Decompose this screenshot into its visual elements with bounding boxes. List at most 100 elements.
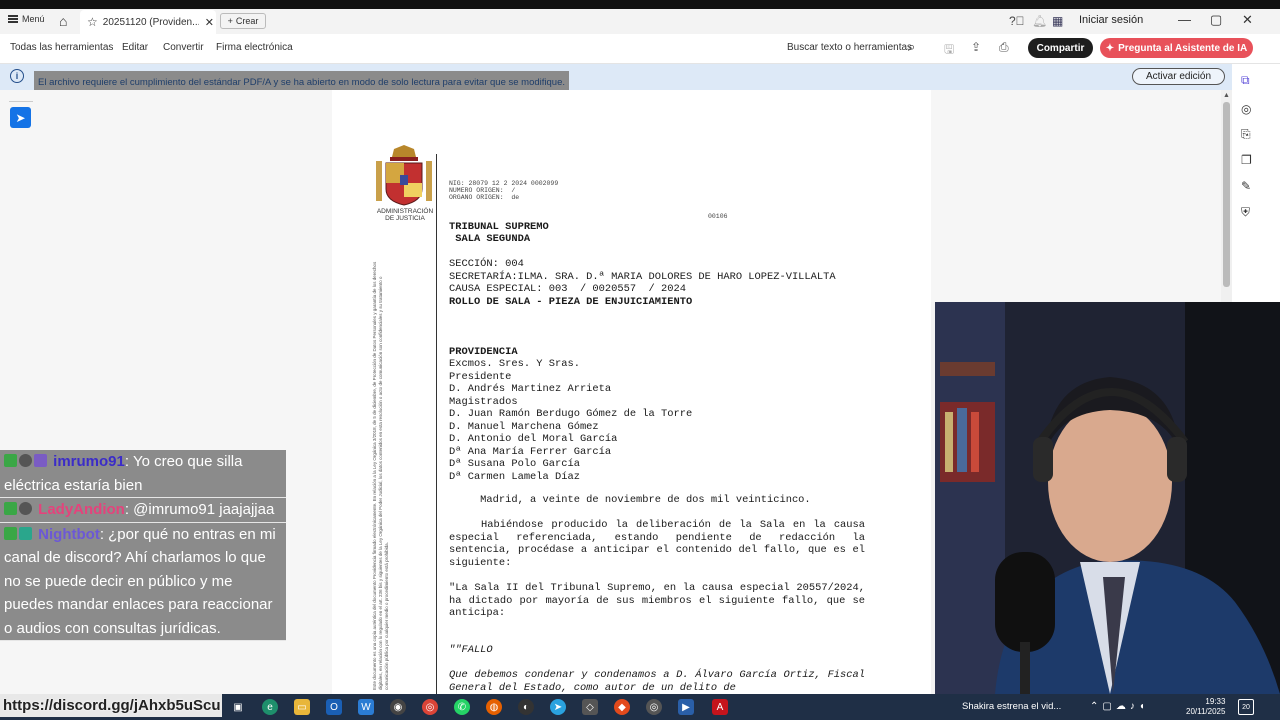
info-icon: i xyxy=(10,69,24,83)
minimize-icon[interactable]: — xyxy=(1178,12,1191,27)
paragraph-deliberation: Habiéndose producido la deliberación de … xyxy=(449,519,865,569)
pages-icon[interactable]: ❐ xyxy=(1241,153,1252,167)
help-icon[interactable]: ?⃝ xyxy=(1009,14,1025,28)
tool-all-tools[interactable]: Todas las herramientas xyxy=(10,42,113,53)
search-icon[interactable]: ⌕ xyxy=(908,39,915,55)
tool-edit[interactable]: Editar xyxy=(122,42,148,53)
ai-panel-icon[interactable]: ⧉ xyxy=(1241,73,1250,88)
tab-title: 20251120 (Providen... xyxy=(102,16,199,28)
rollo-title: ROLLO DE SALA - PIEZA DE ENJUICIAMIENTO xyxy=(449,296,693,308)
crear-button[interactable]: + Crear xyxy=(220,13,266,29)
terminal-icon[interactable]: ▶ xyxy=(678,699,694,715)
sub-badge-icon xyxy=(34,454,47,467)
app-icon[interactable]: ◆ xyxy=(614,699,630,715)
chat-message: imrumo91: Yo creo que silla eléctrica es… xyxy=(0,450,286,498)
hamburger-icon xyxy=(8,15,18,23)
sign-icon[interactable]: ✎ xyxy=(1241,179,1251,193)
vertical-scrollbar[interactable]: ▲ xyxy=(1221,90,1232,302)
system-tray-icons[interactable]: ⌃▢☁♪◖ xyxy=(1090,701,1149,712)
ai-assistant-button[interactable]: ✦ Pregunta al Asistente de IA xyxy=(1100,38,1253,58)
app-icon[interactable]: ◇ xyxy=(582,699,598,715)
bot-badge-icon xyxy=(19,526,32,540)
close-tab-icon[interactable]: ✕ xyxy=(205,16,214,29)
edge-icon[interactable]: e xyxy=(262,699,278,715)
chat-username: imrumo91 xyxy=(53,453,125,470)
app-icon[interactable]: ◎ xyxy=(646,699,662,715)
apps-grid-icon[interactable]: ▦ xyxy=(1052,14,1063,28)
ai-assistant-label: Pregunta al Asistente de IA xyxy=(1118,42,1248,54)
print-icon[interactable]: ⎙ xyxy=(999,40,1009,55)
share-button[interactable]: Compartir xyxy=(1028,38,1093,58)
fallo-text: Que debemos condenar y condenamos a D. Á… xyxy=(449,669,865,694)
obs-icon[interactable]: ◉ xyxy=(390,699,406,715)
chrome-icon[interactable]: ◎ xyxy=(422,699,438,715)
webcam-overlay xyxy=(935,302,1280,694)
mod-badge-icon xyxy=(4,502,17,515)
side-margin-text: Este documento es una copia auténtica de… xyxy=(372,261,389,690)
news-widget[interactable]: Shakira estrena el vid... xyxy=(962,701,1061,712)
cursor-icon: ➤ xyxy=(15,110,26,125)
acrobat-icon[interactable]: A xyxy=(712,699,728,715)
fallo-title: ""FALLO xyxy=(449,644,493,656)
file-explorer-icon[interactable]: ▭ xyxy=(294,699,310,715)
chat-overlay: imrumo91: Yo creo que silla eléctrica es… xyxy=(0,450,286,641)
right-canvas xyxy=(931,90,1221,302)
scroll-up-icon[interactable]: ▲ xyxy=(1223,92,1230,99)
mod-badge-icon xyxy=(4,526,17,540)
main-toolbar: Todas las herramientas Editar Convertir … xyxy=(0,34,1280,64)
ai-sparkle-icon: ✦ xyxy=(1105,42,1115,54)
upload-icon[interactable]: ⇪ xyxy=(971,40,981,54)
user-badge-icon xyxy=(19,502,32,515)
app-icon[interactable]: ◐ xyxy=(518,699,534,715)
clock-date: 20/11/2025 xyxy=(1186,707,1226,716)
home-icon[interactable]: ⌂ xyxy=(59,13,67,29)
pdf-page: ADMINISTRACIÓN DE JUSTICIA Este document… xyxy=(332,90,931,694)
plus-icon: + xyxy=(227,16,233,26)
chat-text: : @imrumo91 jaajajjaa xyxy=(124,501,275,518)
right-tools-panel: ⧉ ◎ ⎘ ❐ ✎ ⛨ xyxy=(1232,64,1280,304)
close-window-icon[interactable]: ✕ xyxy=(1242,12,1253,28)
whatsapp-icon[interactable]: ✆ xyxy=(454,699,470,715)
notification-icon[interactable]: 20 xyxy=(1238,699,1254,715)
scrollbar-thumb[interactable] xyxy=(1223,102,1230,287)
comment-icon[interactable]: ◎ xyxy=(1241,102,1251,116)
telegram-icon[interactable]: ➤ xyxy=(550,699,566,715)
signin-button[interactable]: Iniciar sesión xyxy=(1079,14,1143,26)
menu-label: Menú xyxy=(22,14,45,24)
case-section: SECCIÓN: 004 SECRETARÍA:ILMA. SRA. D.ª M… xyxy=(449,258,836,295)
word-icon[interactable]: W xyxy=(358,699,374,715)
star-icon[interactable]: ☆ xyxy=(87,15,98,29)
providencia-title: PROVIDENCIA xyxy=(449,346,518,358)
firefox-icon[interactable]: ◍ xyxy=(486,699,502,715)
bell-icon[interactable]: 🔔︎ xyxy=(1032,14,1047,28)
crear-label: Crear xyxy=(235,16,259,26)
discord-link-overlay: https://discord.gg/jAhxb5uScu xyxy=(0,694,222,717)
maximize-icon[interactable]: ▢ xyxy=(1210,12,1222,28)
document-tab[interactable]: ☆ 20251120 (Providen... ✕ xyxy=(80,10,216,34)
header-reference: NIG: 28079 12 2 2024 0002099 NUMERO ORIG… xyxy=(449,180,559,201)
save-icon[interactable]: 🖫︎ xyxy=(944,40,954,61)
tool-esign[interactable]: Firma electrónica xyxy=(216,42,293,53)
mod-badge-icon xyxy=(4,454,17,467)
select-tool-button[interactable]: ➤ xyxy=(10,107,31,128)
top-border xyxy=(0,0,1280,9)
margin-line xyxy=(436,154,437,694)
protect-icon[interactable]: ⛨ xyxy=(1241,205,1250,220)
bookmark-icon[interactable]: ⎘ xyxy=(1241,127,1251,142)
clock[interactable]: 19:33 20/11/2025 xyxy=(1186,697,1225,717)
paragraph-ruling-intro: "La Sala II del Tribunal Supremo, en la … xyxy=(449,582,865,619)
magistrates-list: Excmos. Sres. Y Sras. Presidente D. Andr… xyxy=(449,358,693,483)
clock-time: 19:33 xyxy=(1205,697,1226,706)
pdfa-info-banner: i El archivo requiere el cumplimiento de… xyxy=(0,64,1232,96)
chat-message: LadyAndion: @imrumo91 jaajajjaa xyxy=(0,498,286,523)
tool-convert[interactable]: Convertir xyxy=(163,42,204,53)
menu-button[interactable]: Menú xyxy=(8,14,45,24)
chat-message: Nightbot: ¿por qué no entras en mi canal… xyxy=(0,522,286,641)
outlook-icon[interactable]: O xyxy=(326,699,342,715)
search-tools-label[interactable]: Buscar texto o herramientas xyxy=(787,42,912,53)
chat-username: LadyAndion xyxy=(38,501,125,518)
task-view-icon[interactable]: ▣ xyxy=(230,699,246,715)
enable-editing-button[interactable]: Activar edición xyxy=(1132,68,1225,85)
page-code: 00106 xyxy=(708,213,728,220)
user-badge-icon xyxy=(19,454,32,467)
